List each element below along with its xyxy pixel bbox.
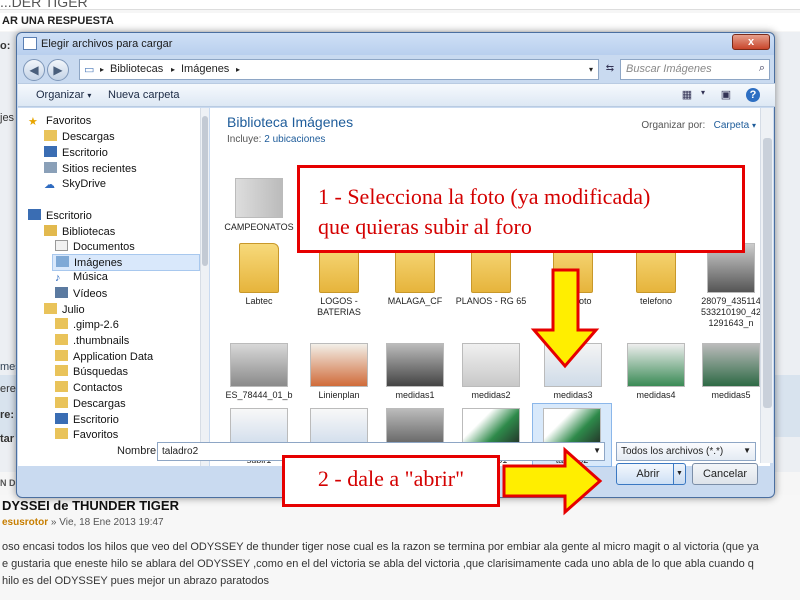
annotation-arrows <box>502 268 603 516</box>
arrow-right-icon <box>502 446 603 516</box>
arrow-down-icon <box>530 268 600 369</box>
